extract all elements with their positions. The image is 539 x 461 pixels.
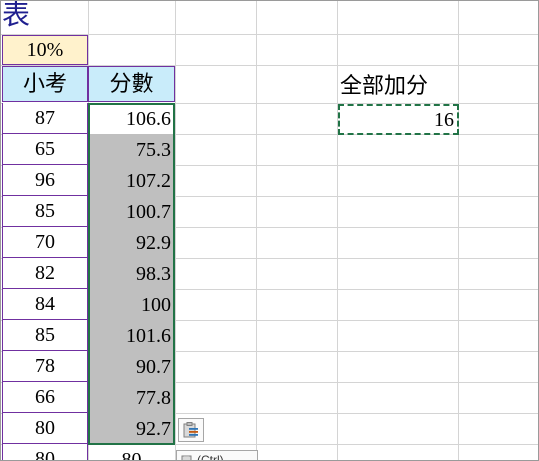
sheet-title[interactable]: 表 [2,0,30,32]
bonus-value-cell[interactable]: 16 [338,104,459,135]
score-cell[interactable]: 100 [88,289,175,320]
score-cell[interactable]: 75.3 [88,134,175,165]
gridline [175,0,176,461]
quiz-cell[interactable]: 80 [2,444,88,461]
score-cell[interactable]: 101.6 [88,320,175,351]
quiz-cell[interactable]: 65 [2,134,88,165]
quiz-cell[interactable]: 85 [2,196,88,227]
quiz-cell[interactable]: 87 [2,103,88,134]
header-score[interactable]: 分數 [88,66,175,102]
clipboard-small-icon [181,455,192,461]
paste-options-menu[interactable]: (Ctrl) [176,450,258,461]
score-cell[interactable]: 100.7 [88,196,175,227]
bonus-label[interactable]: 全部加分 [340,70,428,102]
score-cell[interactable]: 98.3 [88,258,175,289]
rate-cell[interactable]: 10% [2,35,88,65]
quiz-cell[interactable]: 84 [2,289,88,320]
spreadsheet-grid: 表 10% 小考 分數 87 106.6 65 75.3 96 107.2 85… [0,0,539,461]
score-cell[interactable]: 107.2 [88,165,175,196]
gridline [458,0,459,461]
score-cell[interactable]: 77.8 [88,382,175,413]
score-cell[interactable]: 90.7 [88,351,175,382]
clipboard-icon [183,422,198,438]
quiz-cell[interactable]: 78 [2,351,88,382]
quiz-cell[interactable]: 80 [2,413,88,444]
quiz-cell[interactable]: 66 [2,382,88,413]
score-cell[interactable]: 80 [88,444,175,461]
score-cell[interactable]: 106.6 [88,103,175,134]
quiz-cell[interactable]: 70 [2,227,88,258]
gridline [256,0,257,461]
score-cell[interactable]: 92.9 [88,227,175,258]
quiz-cell[interactable]: 96 [2,165,88,196]
gridline [337,0,338,461]
paste-options-button[interactable] [178,418,204,442]
header-quiz[interactable]: 小考 [2,66,88,102]
quiz-cell[interactable]: 85 [2,320,88,351]
score-cell[interactable]: 92.7 [88,413,175,444]
paste-options-label: (Ctrl) [197,453,224,461]
quiz-cell[interactable]: 82 [2,258,88,289]
